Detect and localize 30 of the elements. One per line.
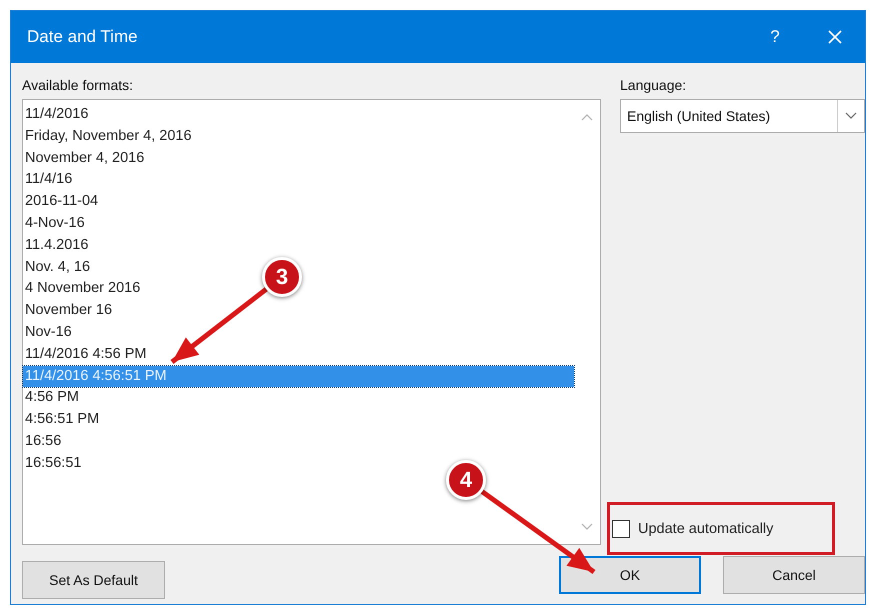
format-item[interactable]: 4-Nov-16 (23, 212, 89, 235)
format-item[interactable]: November 16 (23, 300, 116, 322)
set-as-default-button[interactable]: Set As Default (22, 561, 165, 599)
format-item[interactable]: 16:56 (23, 430, 66, 453)
checkbox-square[interactable] (612, 520, 630, 538)
format-item[interactable]: 11/4/16 (23, 169, 76, 192)
format-item[interactable]: 2016-11-04 (23, 191, 102, 213)
scroll-up-icon[interactable] (580, 112, 594, 122)
language-dropdown[interactable]: English (United States) (620, 99, 865, 133)
help-button[interactable]: ? (745, 11, 805, 63)
update-automatically-checkbox[interactable]: Update automatically (612, 520, 802, 538)
cancel-button[interactable]: Cancel (723, 556, 865, 594)
format-item[interactable]: 4:56:51 PM (23, 409, 104, 431)
scroll-down-icon[interactable] (580, 522, 594, 532)
ok-button[interactable]: OK (559, 556, 701, 594)
format-item[interactable]: November 4, 2016 (23, 148, 148, 170)
chevron-down-icon (845, 112, 857, 120)
format-item[interactable]: 11/4/2016 (23, 104, 92, 126)
format-item[interactable]: 11/4/2016 4:56 PM (23, 344, 150, 366)
language-label: Language: (620, 76, 688, 95)
format-item[interactable]: Friday, November 4, 2016 (23, 126, 196, 148)
close-icon (827, 29, 843, 45)
format-item[interactable]: Nov. 4, 16 (23, 256, 94, 278)
format-item[interactable]: 11.4.2016 (23, 234, 92, 257)
format-item[interactable]: 4 November 2016 (23, 278, 144, 300)
formats-label: Available formats: (22, 76, 134, 95)
format-item[interactable]: 4:56 PM (23, 387, 83, 410)
window-title: Date and Time (27, 27, 139, 47)
format-item[interactable]: 16:56:51 (23, 452, 86, 475)
format-item[interactable]: Nov-16 (23, 322, 76, 344)
